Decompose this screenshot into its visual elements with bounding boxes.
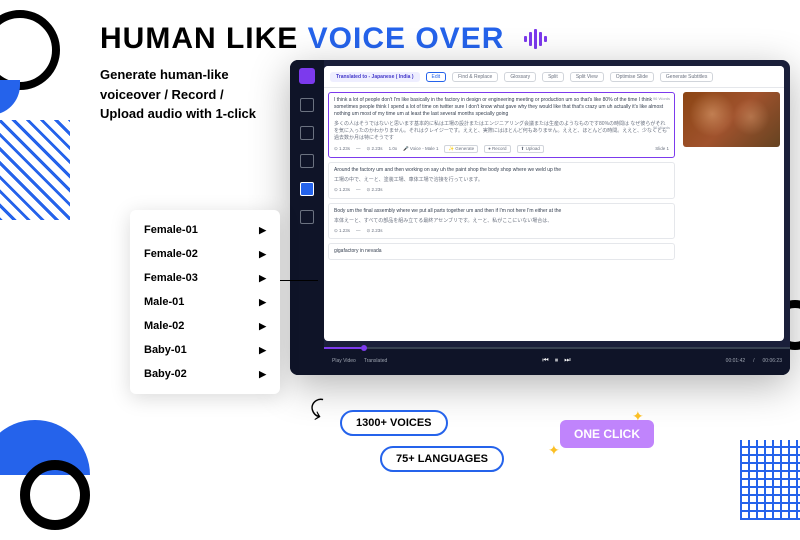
time-end: ⊙ 2.23s xyxy=(367,187,383,193)
time-end: ⊙ 2.23s xyxy=(367,146,383,152)
voice-option[interactable]: Baby-01 ▶ xyxy=(130,338,280,362)
translated-toggle[interactable]: Translated xyxy=(364,358,387,364)
voice-option[interactable]: Male-01 ▶ xyxy=(130,290,280,314)
voice-option[interactable]: Baby-02 ▶ xyxy=(130,362,280,386)
segment-text-jp[interactable]: 多くの人はそうではないと思います基本的に私は工場の設計またはエンジニアリング会議… xyxy=(334,121,669,142)
voice-name: Male-01 xyxy=(144,296,184,308)
play-icon[interactable]: ▶ xyxy=(259,249,266,260)
glossary-button[interactable]: Glossary xyxy=(504,72,536,82)
find-replace-button[interactable]: Find & Replace xyxy=(452,72,498,82)
play-icon[interactable]: ▶ xyxy=(259,369,266,380)
voice-select[interactable]: 🎤 Voice - Male 1 xyxy=(403,146,438,152)
upload-button[interactable]: ⬆ Upload xyxy=(517,145,544,153)
split-view-button[interactable]: Split View xyxy=(570,72,604,82)
voice-name: Female-01 xyxy=(144,224,198,236)
transcript-segment[interactable]: gigafactory in nevada xyxy=(328,243,675,260)
play-icon[interactable]: ▶ xyxy=(259,225,266,236)
transcript-segment[interactable]: 96 WordsI think a lot of people don't I'… xyxy=(328,92,675,158)
play-icon[interactable]: ▶ xyxy=(259,321,266,332)
subtitles-button[interactable]: Generate Subtitles xyxy=(660,72,713,82)
voice-name: Baby-02 xyxy=(144,368,187,380)
voice-option[interactable]: Male-02 ▶ xyxy=(130,314,280,338)
voice-list-panel: Female-01▶Female-02▶Female-03▶Male-01▶Ma… xyxy=(130,210,280,394)
sidebar-projects-icon[interactable] xyxy=(300,126,314,140)
speed[interactable]: 1.0x xyxy=(389,146,398,152)
languages-badge: 75+ LANGUAGES xyxy=(380,446,504,472)
transcript-segment[interactable]: Body um the final assembly where we put … xyxy=(328,203,675,239)
toolbar: Translated to - Japanese ( India ) Edit … xyxy=(324,66,784,88)
next-button[interactable]: ⏭ xyxy=(564,357,570,365)
sidebar-settings-icon[interactable] xyxy=(300,210,314,224)
play-button[interactable]: ⏸ xyxy=(555,357,559,365)
time-total: 00:06:23 xyxy=(763,358,782,364)
time-start: ⊙ 1.23s xyxy=(334,146,350,152)
squiggle-arrow-icon: ⤹ xyxy=(307,394,326,423)
word-count: 96 Words xyxy=(653,125,670,131)
time-current: 00:01:42 xyxy=(726,358,745,364)
segments-list: 96 WordsI think a lot of people don't I'… xyxy=(324,88,679,341)
progress-bar[interactable] xyxy=(324,347,790,349)
sidebar-dashboard-icon[interactable] xyxy=(300,98,314,112)
segment-text-jp[interactable]: 工場の中で、えーと、塗装工場、車体工場で溶接を行っています。 xyxy=(334,177,669,184)
segment-text-en[interactable]: gigafactory in nevada xyxy=(334,248,669,255)
sidebar-voices-icon[interactable] xyxy=(300,154,314,168)
app-window: Translated to - Japanese ( India ) Edit … xyxy=(290,60,790,375)
connector-line xyxy=(278,280,318,281)
edit-button[interactable]: Edit xyxy=(426,72,447,82)
page-headline: HUMAN LIKE VOICE OVER xyxy=(100,22,550,57)
time-start: ⊙ 1.23s xyxy=(334,228,350,234)
segment-text-en[interactable]: Body um the final assembly where we put … xyxy=(334,208,669,215)
split-button[interactable]: Split xyxy=(542,72,564,82)
sidebar-editor-icon[interactable] xyxy=(300,182,314,196)
app-logo[interactable] xyxy=(299,68,315,84)
voice-name: Female-02 xyxy=(144,248,198,260)
play-video-label[interactable]: Play Video xyxy=(332,358,356,364)
segment-text-en[interactable]: Around the factory um and then working o… xyxy=(334,167,669,174)
voice-name: Female-03 xyxy=(144,272,198,284)
video-panel xyxy=(679,88,784,341)
subheadline: Generate human-like voiceover / Record /… xyxy=(100,65,256,124)
play-icon[interactable]: ▶ xyxy=(259,297,266,308)
generate-button[interactable]: ✨ Generate xyxy=(444,145,478,153)
slide-label: Slide 1 xyxy=(655,146,669,152)
language-selector[interactable]: Translated to - Japanese ( India ) xyxy=(330,72,420,82)
prev-button[interactable]: ⏮ xyxy=(542,357,548,365)
segment-text-en[interactable]: I think a lot of people don't I'm like b… xyxy=(334,97,669,118)
play-icon[interactable]: ▶ xyxy=(259,273,266,284)
video-thumbnail[interactable] xyxy=(683,92,780,147)
word-count: 96 Words xyxy=(653,96,670,102)
voice-name: Baby-01 xyxy=(144,344,187,356)
time-start: ⊙ 1.23s xyxy=(334,187,350,193)
time-end: ⊙ 2.23s xyxy=(367,228,383,234)
record-button[interactable]: ● Record xyxy=(484,145,510,153)
video-player-bar: Play Video Translated ⏮ ⏸ ⏭ 00:01:42 / 0… xyxy=(324,347,790,375)
sidebar xyxy=(290,60,324,375)
segment-text-jp[interactable]: 本体えーと、すべての部品を組み立てる最終アセンブリです。えーと、私がここにいない… xyxy=(334,218,669,225)
sparkle-icon: ✦ xyxy=(632,408,644,425)
audio-wave-icon xyxy=(524,23,550,57)
voice-option[interactable]: Female-01 ▶ xyxy=(130,218,280,242)
optimize-button[interactable]: Optimise Slide xyxy=(610,72,654,82)
play-icon[interactable]: ▶ xyxy=(259,345,266,356)
sparkle-icon: ✦ xyxy=(548,442,560,459)
voice-name: Male-02 xyxy=(144,320,184,332)
transcript-segment[interactable]: Around the factory um and then working o… xyxy=(328,162,675,198)
voices-badge: 1300+ VOICES xyxy=(340,410,448,436)
voice-option[interactable]: Female-02 ▶ xyxy=(130,242,280,266)
voice-option[interactable]: Female-03 ▶ xyxy=(130,266,280,290)
